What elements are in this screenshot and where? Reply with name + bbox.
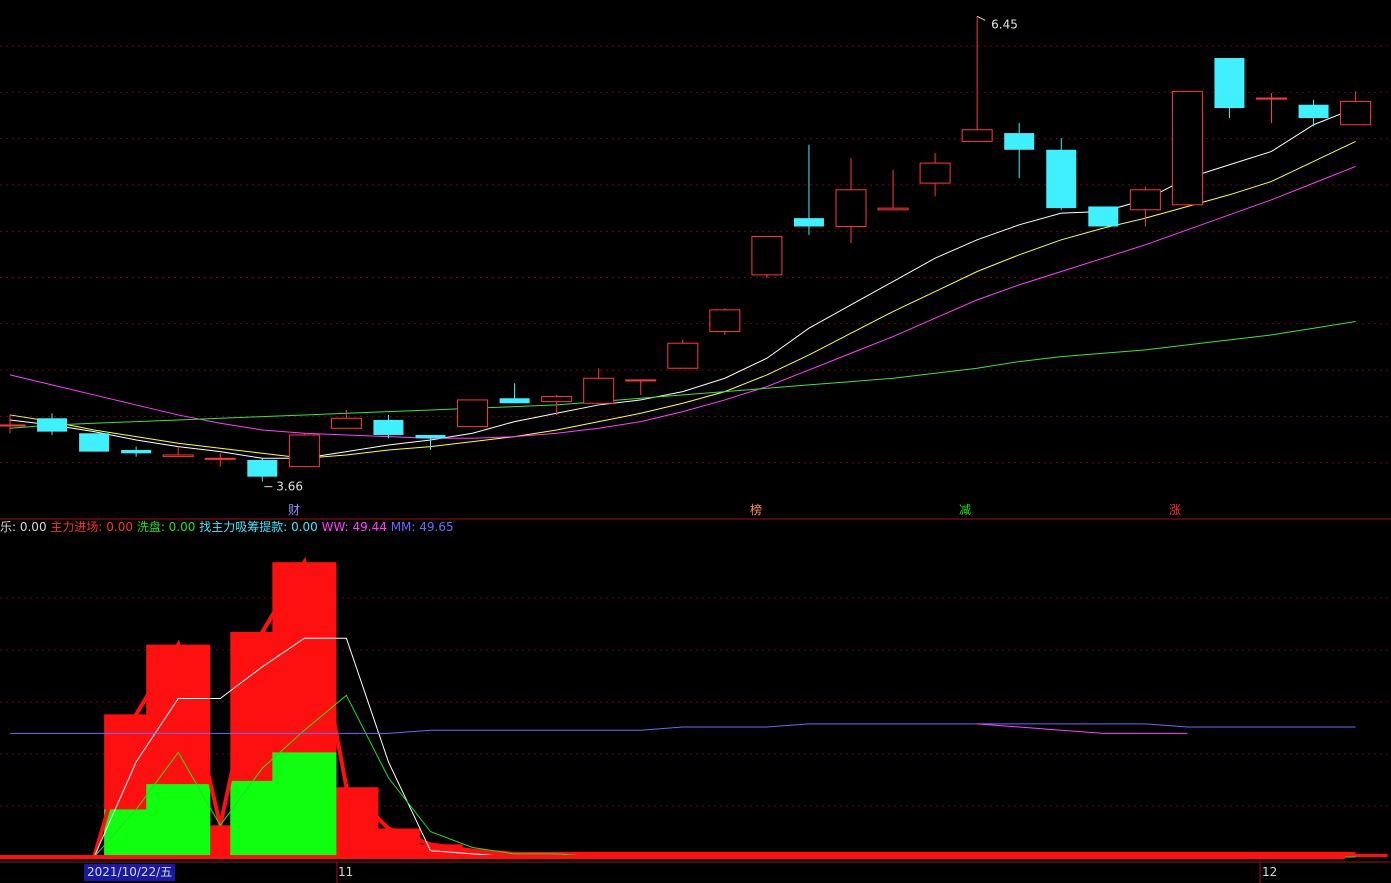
legend-item-1: 主力进场: 0.00: [50, 520, 133, 534]
candle-body: [919, 162, 951, 184]
event-marker: 榜: [750, 502, 762, 517]
high-price-label: 6.45: [991, 17, 1018, 31]
ma-line-0: [9, 107, 1356, 459]
chart-canvas[interactable]: 6.45 3.66 财 榜 减 涨: [0, 0, 1391, 883]
indicator-line-3: [977, 723, 1188, 734]
candle-body: [793, 218, 824, 227]
baseline-bar: [0, 855, 1345, 859]
high-arrow: [976, 15, 986, 21]
candle-body: [204, 457, 236, 460]
ma-line-1: [9, 140, 1356, 459]
candle-body: [288, 434, 320, 468]
candle-body: [1256, 97, 1287, 100]
candle-body: [37, 418, 68, 432]
legend-item-2: 洗盘: 0.00: [136, 520, 196, 534]
candle-body: [709, 309, 741, 333]
legend-item-5: MM: 49.65: [390, 520, 454, 534]
candle-body: [330, 417, 362, 429]
candle-body: [1004, 133, 1035, 150]
legend-item-3: 找主力吸筹提款: 0.00: [199, 520, 318, 534]
candle-body: [499, 398, 530, 404]
candle-body: [79, 433, 110, 452]
indicator-line-2: [10, 723, 1356, 734]
candle-body: [835, 189, 867, 227]
candle-body: [1088, 206, 1119, 227]
candle-body: [751, 235, 783, 276]
candle-body: [373, 419, 404, 435]
candle-body: [1214, 58, 1245, 109]
x-tick-label-11: 11: [338, 865, 354, 879]
candle-body: [1129, 189, 1161, 211]
green-bar: [272, 752, 337, 857]
indicator-legend: 乐: 0.00 主力进场: 0.00 洗盘: 0.00 找主力吸筹提款: 0.0…: [0, 518, 454, 536]
candle-body: [121, 449, 152, 454]
event-marker: 减: [959, 503, 971, 517]
stock-chart-window: 6.45 3.66 财 榜 减 涨 乐: 0.00 主力进场: 0.00 洗盘: 0.00…: [0, 0, 1391, 883]
candle-body: [415, 434, 446, 439]
candle-body: [667, 342, 699, 369]
candle-body: [1046, 149, 1077, 209]
legend-item-0: 乐: 0.00: [0, 520, 47, 534]
candle-body: [961, 129, 993, 142]
indicator-line-0: [10, 637, 1356, 858]
legend-item-4: WW: 49.44: [321, 520, 387, 534]
candle-body: [625, 379, 657, 382]
candle-body: [877, 207, 909, 211]
red-trace: [10, 556, 1356, 859]
x-tick-label-12: 12: [1262, 865, 1278, 879]
candle-body: [247, 459, 278, 477]
event-marker: 财: [288, 503, 300, 517]
ma-line-3: [9, 321, 1356, 429]
low-price-label: 3.66: [276, 480, 303, 494]
candle-body: [1298, 104, 1329, 119]
candle-body: [1340, 100, 1372, 126]
green-bar: [146, 784, 211, 857]
candle-body: [162, 454, 194, 458]
event-marker: 涨: [1169, 502, 1181, 517]
candle-body: [0, 424, 26, 427]
candle-body: [1171, 90, 1203, 206]
candle-body: [583, 377, 615, 404]
candle-body: [457, 399, 489, 428]
cursor-date-label: 2021/10/22/五: [84, 864, 176, 881]
candle-body: [541, 396, 573, 403]
